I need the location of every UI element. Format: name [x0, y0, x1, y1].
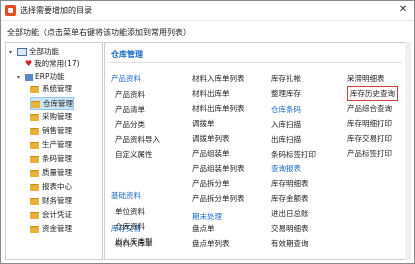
function-item[interactable]: 条码标签打印 [271, 149, 316, 160]
folder-icon [30, 225, 39, 233]
scrollbar[interactable] [405, 42, 411, 260]
function-item[interactable]: 盘点单 [192, 223, 215, 234]
category-basic: 基础资料 [111, 191, 141, 200]
function-item[interactable]: 产品清单 [115, 104, 145, 115]
function-item[interactable]: 库存交易打印 [347, 133, 392, 144]
folder-icon [30, 197, 39, 205]
function-item[interactable]: 仓库资料 [115, 221, 145, 232]
title-bar: 选择需要增加的目录 ✕ [1, 1, 414, 21]
computer-icon [17, 48, 27, 56]
tree-folder-item[interactable]: 会计凭证 [30, 209, 72, 220]
function-item[interactable]: 库存明细表 [271, 178, 309, 189]
app-icon [5, 5, 16, 16]
folder-icon [30, 155, 39, 163]
function-item[interactable]: 库存明细打印 [347, 118, 392, 129]
heart-icon: ♥ [25, 59, 33, 68]
tree-folder-item[interactable]: 采购管理 [30, 111, 72, 122]
function-item[interactable]: 产品资料 [115, 89, 145, 100]
folder-icon [30, 85, 39, 93]
collapse-icon[interactable]: ▾ [17, 72, 25, 83]
tree-folder-label: 采购管理 [42, 112, 72, 121]
tree-folder-item[interactable]: 财务管理 [30, 195, 72, 206]
function-item[interactable]: 材料出库单 [192, 88, 230, 99]
function-item[interactable]: 入库扫描 [271, 119, 301, 130]
function-item[interactable]: 整理库存 [271, 88, 301, 99]
tree-folder-label: 报表中心 [42, 182, 72, 191]
function-item[interactable]: 单位资料 [115, 206, 145, 217]
tree-folder-item[interactable]: 质量管理 [30, 167, 72, 178]
tree-folder-item[interactable]: 资金管理 [30, 223, 72, 234]
tree-root[interactable]: ▾ 全部功能 [9, 46, 59, 57]
select-directory-dialog: 选择需要增加的目录 ✕ 全部功能（点击菜单右键将该功能添加到常用列表） ▾ 全部功… [0, 0, 415, 264]
function-item[interactable]: 呆滞明细表 [347, 73, 385, 84]
tree-erp[interactable]: ▾ ERP功能 [17, 71, 64, 82]
function-item[interactable]: 有效期查询 [271, 238, 309, 249]
close-button[interactable]: ✕ [396, 3, 410, 17]
tree-folder-item[interactable]: 仓库管理 [30, 97, 74, 110]
erp-icon [25, 73, 33, 81]
function-item[interactable]: 库存历史查询 [347, 86, 398, 101]
folder-icon [30, 183, 39, 191]
function-item[interactable]: 调拨单 [192, 118, 215, 129]
tree-folder-label: 仓库管理 [43, 99, 73, 108]
tree-folder-label: 系统管理 [42, 84, 72, 93]
function-item[interactable]: 产品拆分单 [192, 178, 230, 189]
function-item[interactable]: 材料入库单列表 [192, 73, 245, 84]
function-item[interactable]: 产品组装单列表 [192, 163, 245, 174]
function-item[interactable]: 交易明细表 [271, 223, 309, 234]
folder-icon [30, 169, 39, 177]
tree-erp-label: ERP功能 [35, 72, 65, 81]
folder-icon [30, 127, 39, 135]
folder-icon [30, 141, 39, 149]
hint-text: 全部功能（点击菜单右键将该功能添加到常用列表） [7, 28, 191, 37]
tree-folder-item[interactable]: 生产管理 [30, 139, 72, 150]
tree-folder-label: 生产管理 [42, 140, 72, 149]
function-item[interactable]: 产品资料导入 [115, 134, 160, 145]
tree-folder-label: 财务管理 [42, 196, 72, 205]
module-title: 仓库管理 [111, 50, 143, 59]
function-item[interactable]: 库存扎帐 [271, 73, 301, 84]
function-item[interactable]: 进出日总账 [271, 208, 309, 219]
folder-icon [30, 211, 39, 219]
function-item[interactable]: 产品综合查询 [347, 103, 392, 114]
function-item[interactable]: 材料入库单 [115, 238, 153, 249]
tree-folder-item[interactable]: 系统管理 [30, 83, 72, 94]
tree-folder-label: 质量管理 [42, 168, 72, 177]
function-item[interactable]: 库存金额表 [271, 193, 309, 204]
function-item[interactable]: 盘点单列表 [192, 238, 230, 249]
function-tree: ▾ 全部功能 ♥ 我的常用(17) ▾ ERP功能 系统管理仓库管理采购管理销售管理生… [5, 42, 103, 260]
divider [109, 62, 402, 63]
tree-favorites[interactable]: ♥ 我的常用(17) [25, 58, 80, 69]
function-item[interactable]: 产品标签打印 [347, 148, 392, 159]
tree-folder-item[interactable]: 报表中心 [30, 181, 72, 192]
category-query-report: 查询报表 [271, 164, 301, 173]
function-item[interactable]: 出库扫描 [271, 134, 301, 145]
tree-folder-label: 销售管理 [42, 126, 72, 135]
tree-folder-item[interactable]: 销售管理 [30, 125, 72, 136]
category-period-end: 期末处理 [192, 212, 222, 221]
function-item[interactable]: 调拨单列表 [192, 133, 230, 144]
function-item[interactable]: 材料出库单列表 [192, 103, 245, 114]
function-item[interactable]: 自定义属性 [115, 149, 153, 160]
tree-root-label: 全部功能 [29, 47, 59, 56]
category-product: 产品资料 [111, 74, 141, 83]
tree-folder-label: 资金管理 [42, 224, 72, 233]
function-list: 仓库管理 产品资料 基础资料 库存交易 仓库条码 查询报表 期末处理 产品资料产… [104, 42, 407, 260]
function-item[interactable]: 产品分类 [115, 119, 145, 130]
tree-favorites-label: 我的常用(17) [34, 59, 80, 68]
window-title: 选择需要增加的目录 [20, 6, 92, 15]
category-stock-barcode: 仓库条码 [271, 105, 301, 114]
tree-folder-item[interactable]: 条码管理 [30, 153, 72, 164]
function-item[interactable]: 产品拆分单列表 [192, 193, 245, 204]
folder-icon [30, 113, 39, 121]
tree-folder-label: 会计凭证 [42, 210, 72, 219]
folder-icon [31, 100, 40, 108]
tree-folder-label: 条码管理 [42, 154, 72, 163]
function-item[interactable]: 产品组装单 [192, 148, 230, 159]
collapse-icon[interactable]: ▾ [9, 47, 17, 58]
